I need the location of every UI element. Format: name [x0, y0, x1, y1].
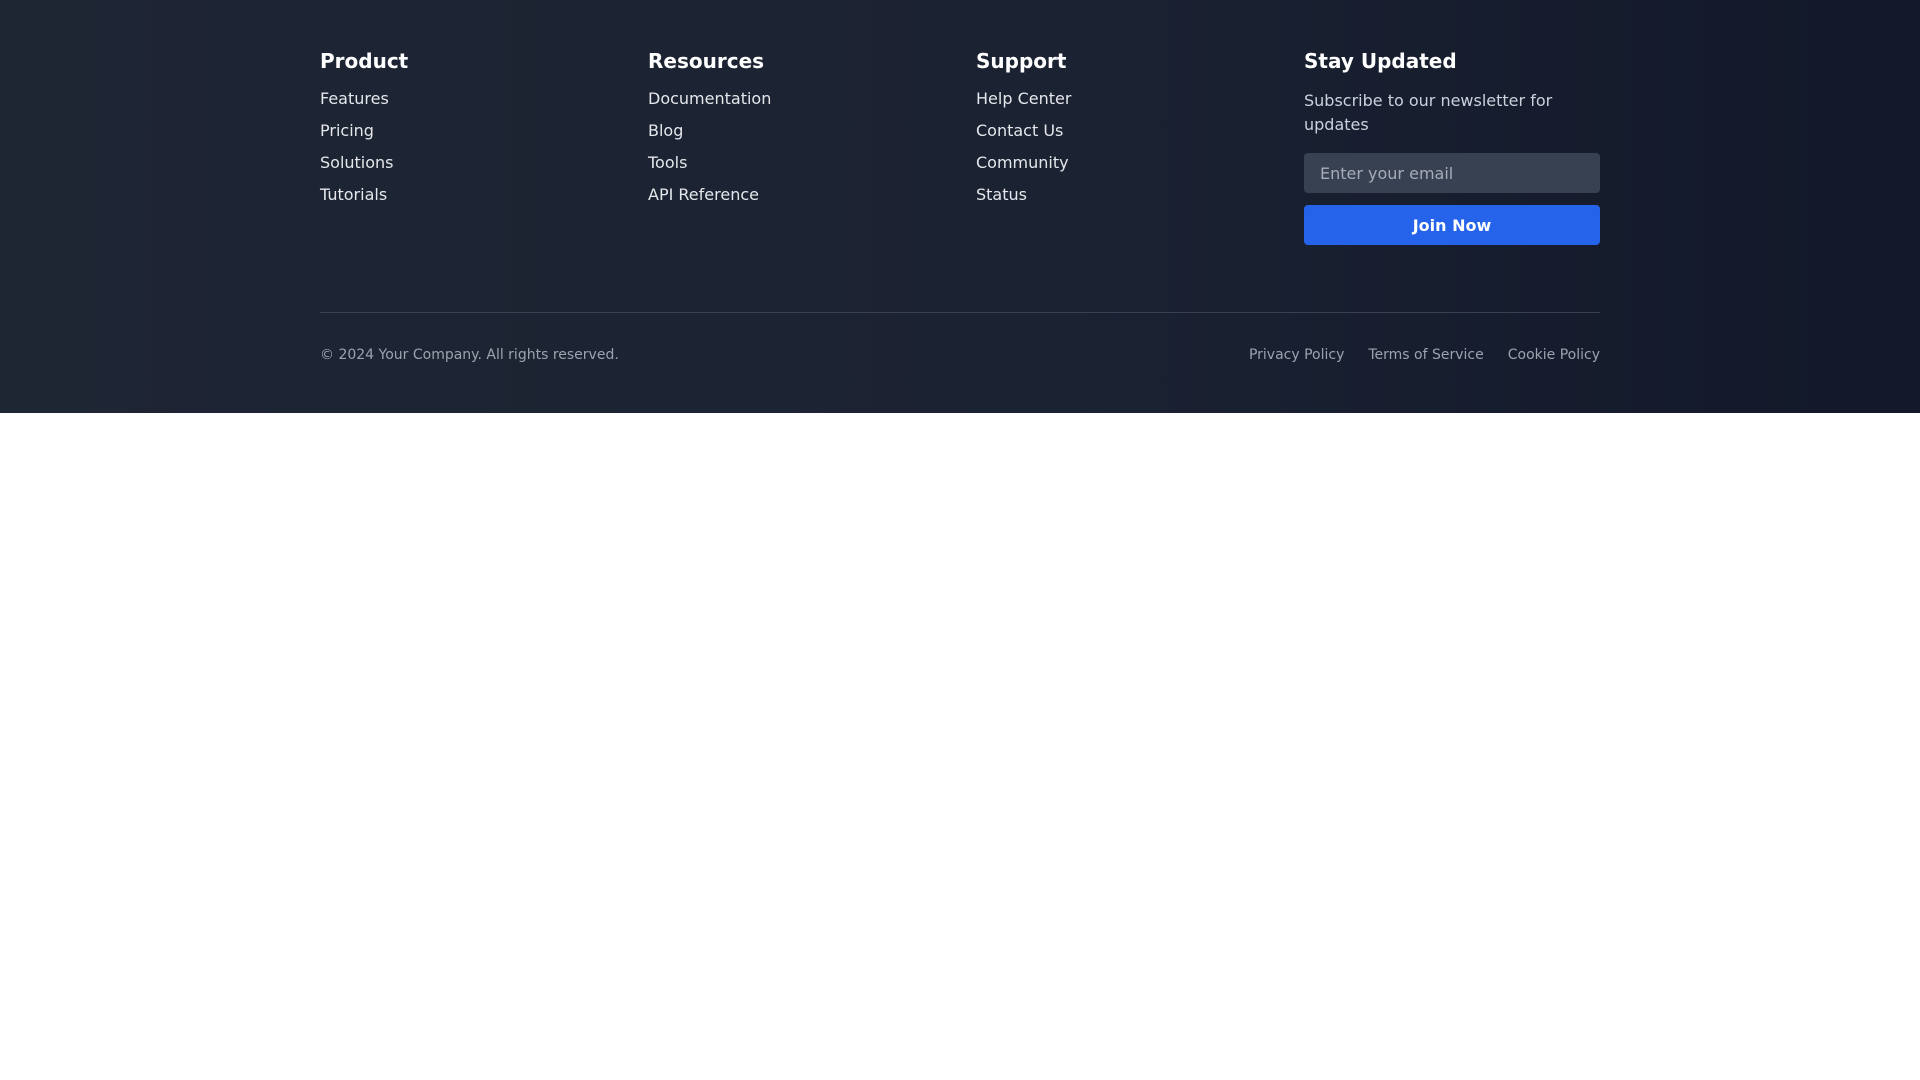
resources-heading: Resources	[648, 49, 765, 73]
footer-divider	[320, 312, 1600, 313]
resources-links: Documentation Blog Tools API Reference	[648, 89, 976, 205]
link-tutorials[interactable]: Tutorials	[320, 185, 648, 205]
cookie-policy-link[interactable]: Cookie Policy	[1508, 347, 1600, 363]
footer-bottom-bar: © 2024 Your Company. All rights reserved…	[320, 345, 1600, 365]
terms-of-service-link[interactable]: Terms of Service	[1368, 347, 1483, 363]
link-tools[interactable]: Tools	[648, 153, 976, 173]
join-now-button[interactable]: Join Now	[1304, 205, 1600, 245]
product-heading: Product	[320, 49, 409, 73]
link-solutions[interactable]: Solutions	[320, 153, 648, 173]
newsletter-description: Subscribe to our newsletter for updates	[1304, 91, 1553, 134]
support-heading: Support	[976, 49, 1067, 73]
legal-links: Privacy Policy Terms of Service Cookie P…	[1249, 347, 1600, 363]
footer-columns: Product Features Pricing Solutions Tutor…	[320, 0, 1600, 245]
support-links: Help Center Contact Us Community Status	[976, 89, 1304, 205]
link-status[interactable]: Status	[976, 185, 1304, 205]
link-documentation[interactable]: Documentation	[648, 89, 976, 109]
copyright-text: © 2024 Your Company. All rights reserved…	[320, 347, 619, 363]
newsletter-column: Stay Updated Subscribe to our newsletter…	[1304, 49, 1600, 245]
newsletter-heading: Stay Updated	[1304, 49, 1457, 73]
product-column: Product Features Pricing Solutions Tutor…	[320, 49, 648, 245]
link-contact-us[interactable]: Contact Us	[976, 121, 1304, 141]
link-api-reference[interactable]: API Reference	[648, 185, 976, 205]
link-help-center[interactable]: Help Center	[976, 89, 1304, 109]
footer-container: Product Features Pricing Solutions Tutor…	[320, 0, 1600, 363]
link-features[interactable]: Features	[320, 89, 648, 109]
link-pricing[interactable]: Pricing	[320, 121, 648, 141]
privacy-policy-link[interactable]: Privacy Policy	[1249, 347, 1344, 363]
link-blog[interactable]: Blog	[648, 121, 976, 141]
site-footer: Product Features Pricing Solutions Tutor…	[0, 0, 1920, 413]
email-input[interactable]	[1304, 153, 1600, 193]
link-community[interactable]: Community	[976, 153, 1304, 173]
product-links: Features Pricing Solutions Tutorials	[320, 89, 648, 205]
resources-column: Resources Documentation Blog Tools API R…	[648, 49, 976, 245]
support-column: Support Help Center Contact Us Community…	[976, 49, 1304, 245]
